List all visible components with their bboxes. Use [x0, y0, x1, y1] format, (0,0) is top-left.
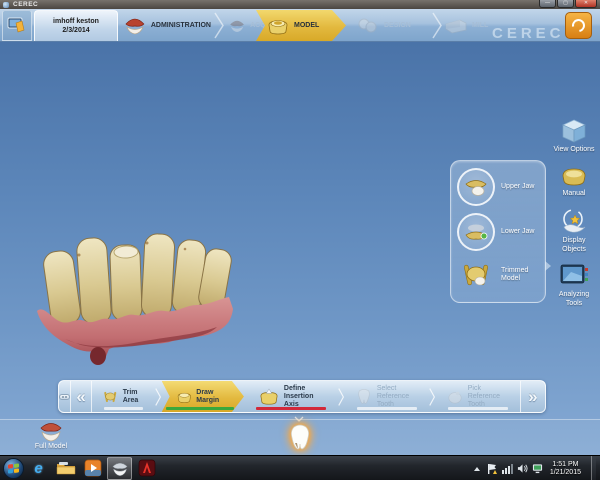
- back-chevrons-icon: «: [76, 388, 85, 405]
- step-pick-reference-tooth[interactable]: Pick Reference Tooth: [436, 381, 520, 412]
- model-block-icon: [266, 16, 290, 36]
- manual-tool[interactable]: Manual: [552, 164, 596, 199]
- tab-model[interactable]: MODEL: [256, 10, 346, 41]
- draw-margin-icon: [176, 388, 193, 406]
- next-step-button[interactable]: »: [520, 381, 545, 412]
- full-model-button[interactable]: Full Model: [22, 420, 80, 450]
- cerec-brand-logo: CEREC: [492, 25, 565, 42]
- step-separator-chevron: [338, 385, 345, 409]
- maximize-button[interactable]: ▢: [557, 0, 574, 8]
- analyzing-tools-tool[interactable]: Analyzing Tools: [552, 263, 596, 308]
- step-underline: [448, 407, 508, 410]
- lower-jaw-icon: [463, 222, 489, 242]
- jaw-selection-panel: Upper Jaw Lower Jaw: [450, 160, 546, 303]
- toolbar-collapse-handle[interactable]: [59, 381, 71, 412]
- pick-reference-tooth-icon: [446, 389, 464, 405]
- system-monitor-icon: [7, 17, 27, 34]
- display-device-icon[interactable]: [532, 462, 543, 476]
- adobe-reader-icon: [138, 459, 156, 477]
- trim-area-icon: [102, 388, 119, 406]
- upper-jaw-button[interactable]: [457, 168, 495, 206]
- administration-jaw-icon: [123, 16, 147, 36]
- step-underline: [104, 407, 143, 410]
- full-model-jaw-icon: [37, 420, 65, 442]
- action-center-flag-icon[interactable]: [487, 462, 498, 476]
- trimmed-model-button[interactable]: [457, 261, 495, 289]
- step-underline: [357, 407, 417, 410]
- window-titlebar: CEREC — ▢ ✕: [0, 0, 600, 9]
- step-underline: [166, 407, 234, 410]
- close-button[interactable]: ✕: [575, 0, 597, 8]
- upper-jaw-icon: [463, 177, 489, 197]
- window-title: CEREC: [13, 1, 38, 8]
- patient-tab[interactable]: imhoff keston 2/3/2014: [34, 10, 118, 41]
- select-reference-tooth-icon: [355, 388, 373, 406]
- trimmed-model-item[interactable]: Trimmed Model: [457, 261, 543, 289]
- model-viewport[interactable]: Upper Jaw Lower Jaw: [0, 42, 600, 455]
- network-icon[interactable]: [502, 462, 513, 476]
- view-options-tool[interactable]: View Options: [552, 118, 596, 155]
- cerec-application-window: CEREC — ▢ ✕ imhoff keston 2/3/2014 ADMIN…: [0, 0, 600, 480]
- step-select-reference-tooth[interactable]: Select Reference Tooth: [345, 381, 429, 412]
- cerec-app-icon: [3, 2, 9, 8]
- define-insertion-axis-icon: [258, 388, 280, 406]
- step-separator-chevron: [429, 385, 436, 409]
- workflow-steps-toolbar: « Trim Area: [58, 380, 546, 413]
- taskbar-clock[interactable]: 1:51 PM 1/21/2015: [550, 461, 581, 477]
- analyzing-tools-monitor-icon: [559, 263, 589, 289]
- handle-dots-icon: [59, 394, 70, 400]
- minimize-button[interactable]: —: [539, 0, 556, 8]
- taskbar-windows-explorer[interactable]: [53, 457, 78, 480]
- step-trim-area[interactable]: Trim Area: [92, 381, 155, 412]
- tab-design[interactable]: DESIGN: [352, 10, 430, 41]
- forward-chevrons-icon: »: [528, 388, 537, 405]
- taskbar-adobe-reader[interactable]: [134, 457, 159, 480]
- margin-drawing-tooth-icon[interactable]: [285, 423, 315, 453]
- internet-explorer-icon: e: [34, 460, 42, 477]
- tab-mill[interactable]: MILL: [440, 10, 500, 41]
- dental-model-3d[interactable]: [35, 225, 235, 367]
- windows-flag-icon: [8, 463, 19, 473]
- display-objects-tool[interactable]: Display Objects: [552, 207, 596, 254]
- clock-time: 1:51 PM: [552, 461, 578, 469]
- help-icon: [569, 16, 587, 34]
- step-draw-margin[interactable]: Draw Margin: [162, 381, 244, 412]
- hidden-icons-arrow-icon[interactable]: [472, 462, 483, 476]
- previous-step-button[interactable]: «: [71, 381, 92, 412]
- tab-administration[interactable]: ADMINISTRATION: [119, 10, 215, 41]
- right-tool-column: View Options Manual Display Objects: [550, 118, 598, 317]
- system-menu-tab[interactable]: [2, 10, 32, 41]
- step-separator-chevron: [155, 385, 162, 409]
- patient-date: 2/3/2014: [62, 26, 89, 35]
- media-player-icon: [84, 459, 102, 477]
- display-objects-icon: [560, 207, 588, 235]
- design-teeth-icon: [356, 16, 380, 36]
- start-button[interactable]: [3, 458, 24, 479]
- windows-taskbar: e: [0, 455, 600, 480]
- cerec-taskbar-icon: [110, 460, 130, 477]
- strip-notch-icon: [294, 416, 304, 422]
- acquisition-jaw-icon: [228, 17, 246, 35]
- lower-jaw-button[interactable]: [457, 213, 495, 251]
- lower-jaw-item[interactable]: Lower Jaw: [457, 213, 543, 251]
- taskbar-cerec-app[interactable]: [107, 457, 132, 480]
- system-tray: 1:51 PM 1/21/2015: [472, 456, 596, 480]
- mill-machine-icon: [444, 17, 468, 35]
- upper-jaw-item[interactable]: Upper Jaw: [457, 168, 543, 206]
- phase-tab-bar: imhoff keston 2/3/2014 ADMINISTRATION AC…: [0, 9, 600, 42]
- step-underline: [256, 407, 326, 410]
- patient-name: imhoff keston: [53, 17, 99, 26]
- trimmed-model-icon: [460, 261, 492, 289]
- manual-icon: [559, 164, 589, 188]
- show-desktop-button[interactable]: [591, 456, 596, 480]
- folder-icon: [56, 460, 76, 476]
- volume-icon[interactable]: [517, 462, 528, 476]
- step-define-insertion-axis[interactable]: Define Insertion Axis: [244, 381, 338, 412]
- taskbar-media-player[interactable]: [80, 457, 105, 480]
- help-button[interactable]: [565, 12, 592, 39]
- view-options-cube-icon: [560, 118, 588, 144]
- clock-date: 1/21/2015: [550, 469, 581, 477]
- taskbar-internet-explorer[interactable]: e: [26, 457, 51, 480]
